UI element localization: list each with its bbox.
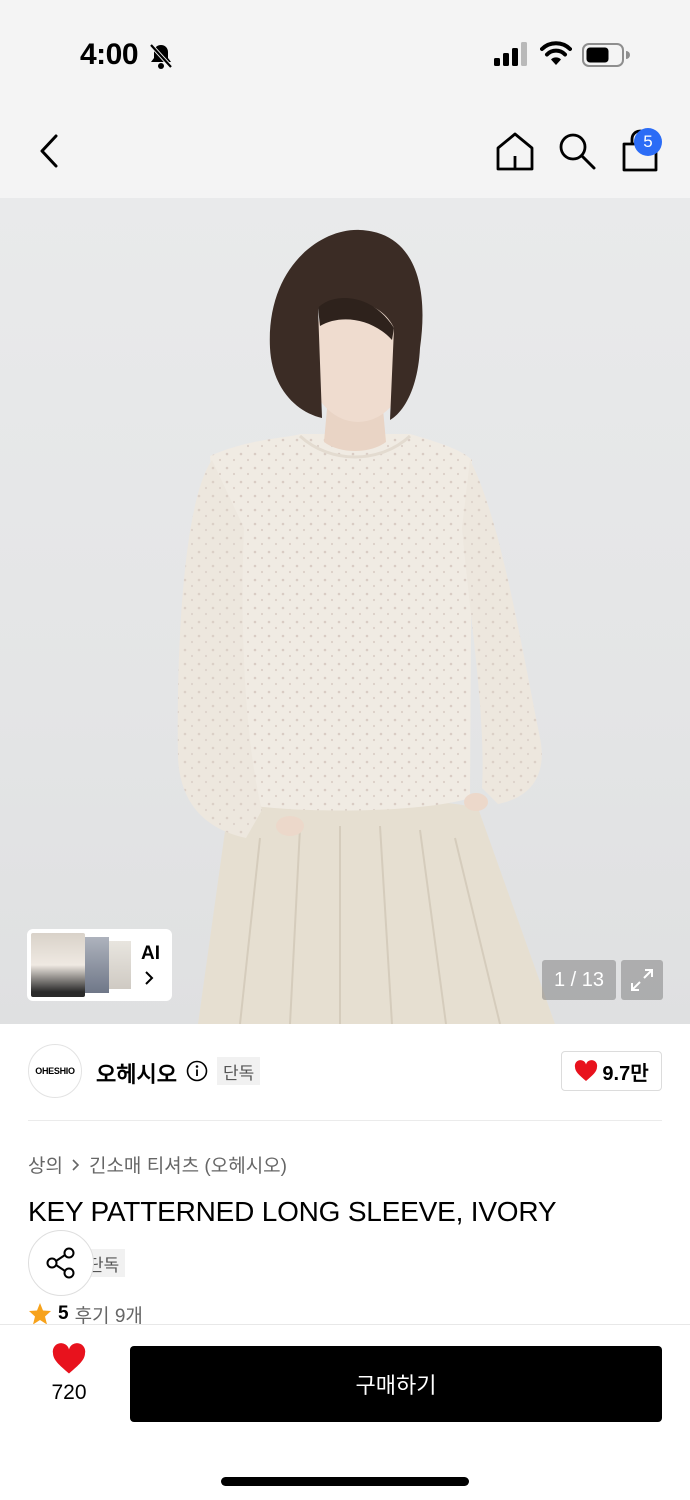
share-button[interactable] [28, 1230, 94, 1296]
home-icon[interactable] [494, 130, 536, 172]
status-time: 4:00 [80, 38, 139, 71]
expand-icon [631, 969, 653, 991]
expand-button[interactable] [621, 960, 663, 1000]
back-icon[interactable] [30, 130, 70, 172]
image-counter: 1 / 13 [542, 960, 616, 1000]
divider [28, 1120, 662, 1121]
breadcrumb-item[interactable]: 긴소매 티셔츠 (오헤시오) [89, 1151, 287, 1178]
breadcrumb: 상의 긴소매 티셔츠 (오헤시오) [28, 1151, 287, 1178]
heart-icon [52, 1343, 86, 1374]
thumbnail-image [31, 933, 85, 997]
battery-icon [582, 43, 630, 67]
breadcrumb-item[interactable]: 상의 [28, 1151, 63, 1178]
thumbnail-image [109, 941, 131, 989]
signal-icon [494, 42, 527, 66]
review-count[interactable]: 후기 9개 [75, 1303, 143, 1326]
bottom-action-bar: 720 구매하기 [0, 1324, 690, 1500]
rating-score: 5 [58, 1303, 69, 1324]
heart-icon [575, 1060, 598, 1081]
home-indicator[interactable] [221, 1477, 469, 1486]
search-icon[interactable] [556, 130, 598, 172]
brand-like-count: 9.7만 [602, 1062, 649, 1085]
chevron-right-icon [145, 971, 154, 985]
chevron-right-icon [72, 1158, 80, 1171]
buy-button[interactable]: 구매하기 [130, 1346, 662, 1422]
wifi-icon [540, 41, 572, 65]
rating-row[interactable]: 5 후기 9개 [28, 1303, 143, 1325]
brand-name[interactable]: 오헤시오 [96, 1057, 177, 1089]
wishlist-button[interactable]: 720 [38, 1343, 100, 1423]
product-title: KEY PATTERNED LONG SLEEVE, IVORY [28, 1196, 557, 1227]
ai-lookbook-card[interactable]: AI [27, 929, 172, 1001]
product-photo [177, 229, 555, 1024]
exclusive-badge: 단독 [217, 1057, 261, 1085]
top-nav-bar [0, 100, 690, 198]
cart-count-badge: 5 [634, 128, 662, 156]
share-icon [46, 1247, 75, 1279]
wishlist-count: 720 [51, 1381, 87, 1404]
product-image[interactable] [0, 198, 690, 1024]
star-icon [29, 1303, 51, 1325]
brand-like-button[interactable]: 9.7만 [561, 1051, 662, 1091]
info-icon[interactable] [186, 1060, 208, 1082]
status-bar: 4:00 [0, 0, 690, 100]
thumbnail-image [85, 937, 109, 993]
bell-slash-icon [149, 43, 173, 69]
brand-logo[interactable]: OHESHIO [28, 1044, 82, 1098]
ai-label: AI [141, 943, 160, 964]
